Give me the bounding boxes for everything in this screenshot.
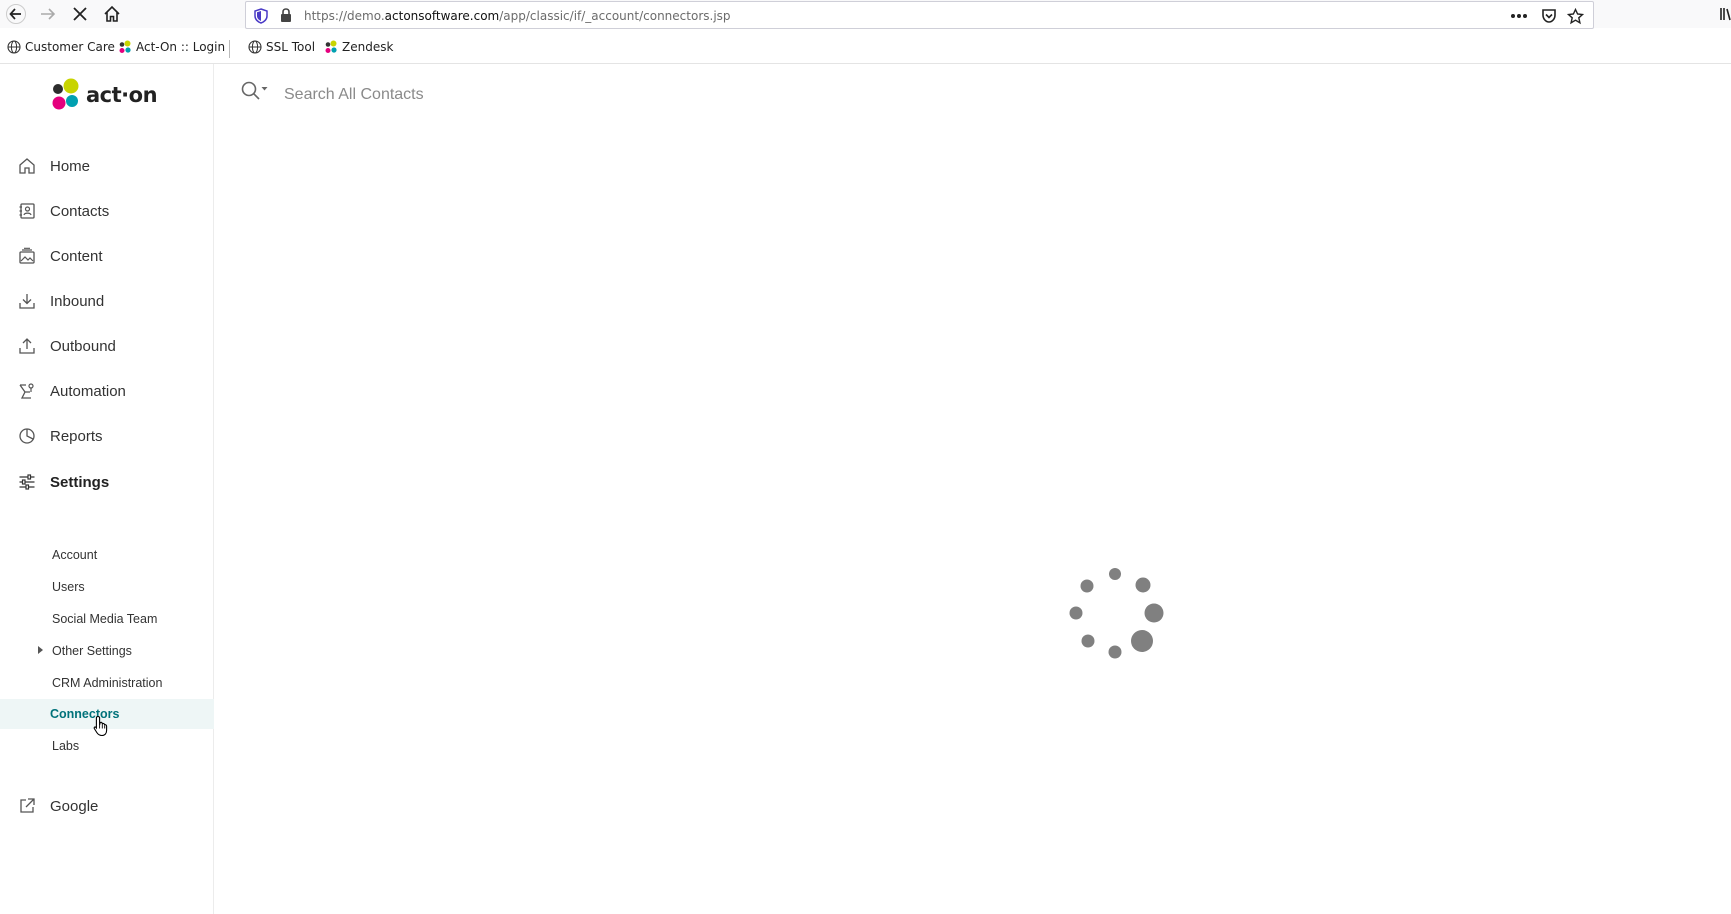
settings-sub-label: Users — [52, 580, 85, 594]
back-arrow-icon — [6, 4, 26, 24]
sidebar-item-label: Automation — [50, 382, 126, 400]
sidebar-item-inbound[interactable]: Inbound — [0, 281, 214, 321]
sidebar-item-reports[interactable]: Reports — [0, 416, 214, 456]
chrome-divider — [0, 63, 1731, 64]
home-button[interactable] — [100, 2, 124, 26]
sidebar-item-settings[interactable]: Settings — [0, 462, 214, 502]
settings-sub-account[interactable]: Account — [0, 540, 214, 570]
sidebar-item-label: Inbound — [50, 292, 105, 310]
pocket-icon — [1542, 9, 1556, 23]
settings-sub-label: CRM Administration — [52, 676, 163, 690]
bookmarks-bar: Customer Care Act-On :: Login SSL Tool Z… — [0, 37, 1731, 61]
settings-icon — [18, 473, 36, 491]
settings-sub-label: Labs — [52, 739, 80, 753]
automation-icon — [18, 382, 36, 400]
home-icon — [18, 157, 36, 175]
lock-icon — [281, 8, 291, 22]
settings-sub-users[interactable]: Users — [0, 572, 214, 602]
library-icon — [1720, 8, 1731, 21]
expand-caret-icon[interactable] — [38, 646, 43, 654]
outbound-icon — [18, 337, 36, 355]
inbound-icon — [18, 292, 36, 310]
globe-icon — [7, 40, 21, 54]
back-button[interactable] — [4, 2, 28, 26]
sidebar-item-outbound[interactable]: Outbound — [0, 326, 214, 366]
acton-icon — [325, 40, 337, 53]
sidebar: act·on Home Contacts Content Inbound Out… — [0, 64, 214, 914]
bookmark-acton-login[interactable]: Act-On :: Login — [118, 40, 225, 54]
sidebar-item-label: Home — [50, 157, 91, 175]
library-button[interactable] — [1719, 6, 1731, 22]
content-icon — [18, 247, 36, 265]
forward-button[interactable] — [36, 2, 60, 26]
sidebar-item-google[interactable]: Google — [0, 786, 214, 826]
acton-logo[interactable]: act·on — [50, 78, 158, 112]
settings-sub-label: Social Media Team — [52, 612, 158, 626]
star-icon — [1567, 7, 1584, 24]
sidebar-item-contacts[interactable]: Contacts — [0, 191, 214, 231]
page-actions-button[interactable] — [1510, 6, 1528, 26]
forward-arrow-icon — [41, 8, 56, 20]
browser-toolbar: https://demo.actonsoftware.com/app/class… — [0, 0, 1731, 29]
settings-sub-social-media-team[interactable]: Social Media Team — [0, 604, 214, 634]
hand-cursor-icon — [93, 715, 108, 737]
sidebar-item-label: Google — [50, 797, 99, 815]
settings-sub-label: Other Settings — [52, 644, 132, 658]
sidebar-item-label: Contacts — [50, 202, 110, 220]
pocket-button[interactable] — [1541, 6, 1557, 26]
contacts-icon — [18, 202, 36, 220]
home-icon — [104, 5, 120, 22]
bookmark-star-button[interactable] — [1567, 6, 1584, 26]
search-input[interactable] — [282, 82, 682, 108]
acton-icon — [119, 40, 131, 53]
settings-sub-other-settings[interactable]: Other Settings — [0, 636, 214, 666]
bookmark-ssl-tool[interactable]: SSL Tool — [248, 40, 315, 54]
settings-sub-label: Account — [52, 548, 98, 562]
url-text: https://demo.actonsoftware.com/app/class… — [304, 9, 731, 23]
address-bar[interactable]: https://demo.actonsoftware.com/app/class… — [245, 1, 1594, 29]
search-scope-button[interactable] — [240, 80, 272, 102]
shield-icon — [254, 8, 268, 24]
globe-icon — [248, 40, 262, 54]
sidebar-item-label: Settings — [50, 473, 110, 491]
close-icon — [73, 7, 87, 21]
loading-spinner — [1069, 568, 1164, 659]
stop-button[interactable] — [68, 2, 92, 26]
sidebar-item-automation[interactable]: Automation — [0, 371, 214, 411]
sidebar-item-label: Content — [50, 247, 103, 265]
external-link-icon — [18, 797, 36, 815]
sidebar-item-content[interactable]: Content — [0, 236, 214, 276]
bookmark-separator — [229, 40, 230, 58]
sidebar-item-label: Outbound — [50, 337, 116, 355]
logo-text: act·on — [86, 83, 158, 107]
sidebar-item-label: Reports — [50, 427, 103, 445]
acton-logo-icon — [52, 78, 79, 110]
settings-sub-crm-administration[interactable]: CRM Administration — [0, 668, 214, 698]
search-icon — [241, 81, 268, 100]
reports-icon — [18, 427, 36, 445]
bookmark-zendesk[interactable]: Zendesk — [324, 40, 393, 54]
sidebar-item-home[interactable]: Home — [0, 146, 214, 186]
bookmark-customer-care[interactable]: Customer Care — [7, 40, 115, 54]
more-icon — [1511, 14, 1527, 18]
